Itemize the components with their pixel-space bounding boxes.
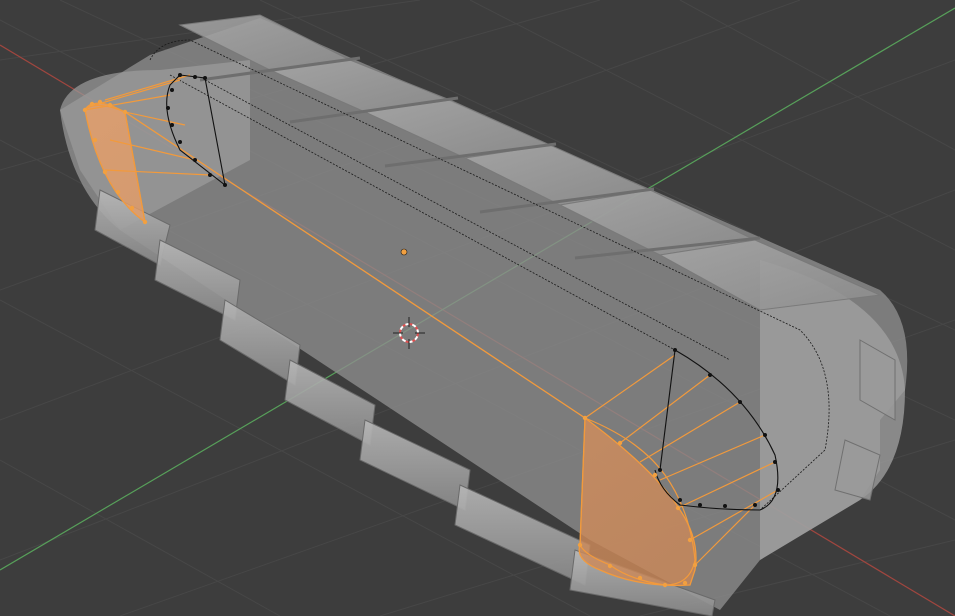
3d-viewport[interactable] <box>0 0 955 616</box>
object-origin-icon[interactable] <box>400 248 408 256</box>
